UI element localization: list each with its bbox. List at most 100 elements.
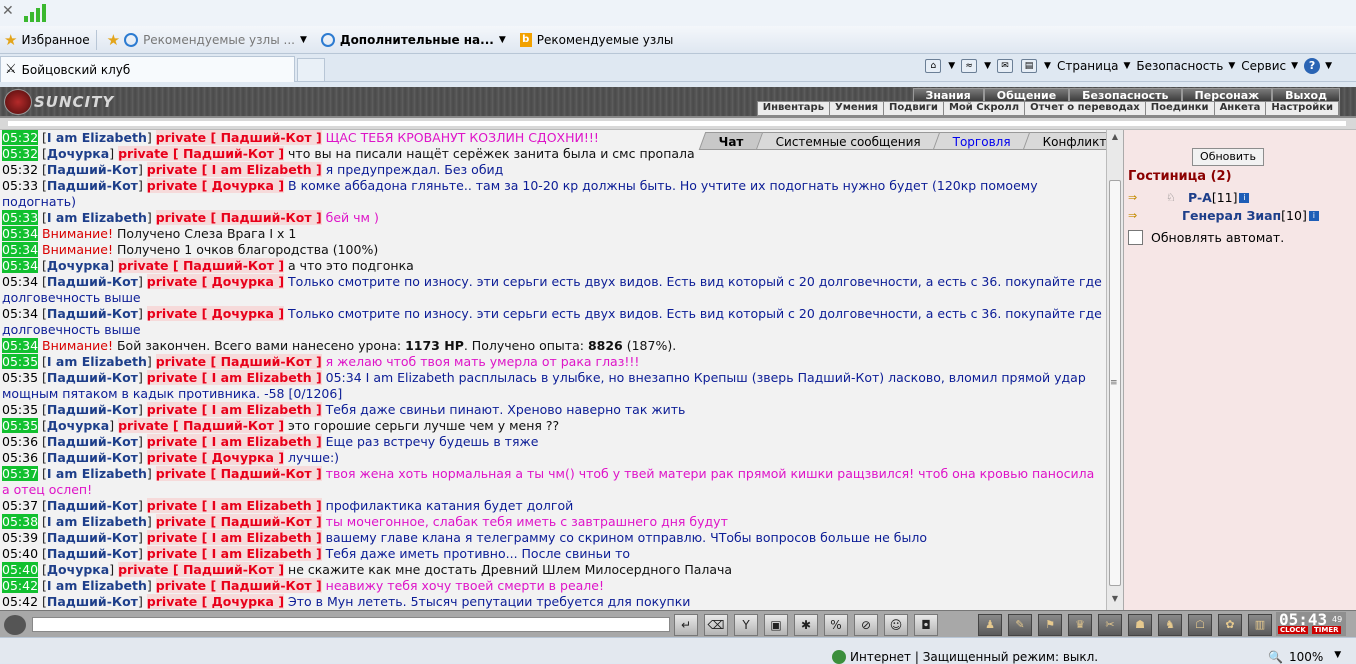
private-target[interactable]: private [ I am Elizabeth ]: [146, 498, 322, 513]
private-message-icon[interactable]: ⇒: [1128, 191, 1146, 205]
mail-button[interactable]: ✉: [997, 59, 1015, 73]
timestamp[interactable]: 05:32: [2, 162, 38, 177]
sender-nick[interactable]: Падший-Кот: [47, 594, 138, 609]
user-name[interactable]: P-A: [1188, 190, 1212, 205]
safety-menu[interactable]: Безопасность ▼: [1136, 59, 1235, 73]
sender-nick[interactable]: Падший-Кот: [47, 498, 138, 513]
sender-nick[interactable]: I am Elizabeth: [47, 354, 147, 369]
timestamp[interactable]: 05:40: [2, 546, 38, 561]
help-button[interactable]: ? ▼: [1304, 58, 1332, 74]
save-icon[interactable]: ▣: [764, 614, 788, 636]
print-button[interactable]: ▤ ▼: [1021, 59, 1051, 73]
sender-nick[interactable]: I am Elizabeth: [47, 130, 147, 145]
sender-nick[interactable]: Дочурка: [47, 146, 109, 161]
private-target[interactable]: private [ Падший-Кот ]: [118, 258, 285, 273]
submenu-item[interactable]: Умения: [830, 102, 885, 115]
submenu-item[interactable]: Поединки: [1146, 102, 1215, 115]
sender-nick[interactable]: I am Elizabeth: [47, 578, 147, 593]
camera-icon[interactable]: ◘: [914, 614, 938, 636]
sender-nick[interactable]: Падший-Кот: [47, 370, 138, 385]
chevron-down-icon[interactable]: ▼: [948, 61, 955, 71]
timestamp[interactable]: 05:39: [2, 530, 38, 545]
user-row[interactable]: ⇒ ♘ P-A [11] i: [1128, 190, 1250, 205]
private-target[interactable]: private [ Падший-Кот ]: [118, 418, 285, 433]
submenu-item[interactable]: Анкета: [1215, 102, 1267, 115]
private-target[interactable]: private [ Падший-Кот ]: [155, 466, 322, 481]
private-target[interactable]: private [ I am Elizabeth ]: [146, 530, 322, 545]
timestamp[interactable]: 05:33: [2, 178, 38, 193]
private-target[interactable]: private [ I am Elizabeth ]: [146, 402, 322, 417]
timestamp[interactable]: 05:34: [2, 242, 39, 257]
sender-nick[interactable]: Падший-Кот: [47, 306, 138, 321]
timestamp[interactable]: 05:34: [2, 226, 39, 241]
timestamp[interactable]: 05:35: [2, 402, 38, 417]
submenu-item[interactable]: Подвиги: [884, 102, 944, 115]
private-target[interactable]: private [ Дочурка ]: [146, 450, 285, 465]
crown-icon[interactable]: ♛: [1068, 614, 1092, 636]
timestamp[interactable]: 05:32: [2, 130, 39, 145]
sender-nick[interactable]: I am Elizabeth: [47, 466, 147, 481]
info-icon[interactable]: i: [1308, 210, 1319, 221]
user-name[interactable]: Генерал Зиап: [1182, 208, 1281, 223]
timestamp[interactable]: 05:36: [2, 434, 38, 449]
scroll-icon[interactable]: ✎: [1008, 614, 1032, 636]
zoom-control[interactable]: 🔍 100% ▼: [1268, 650, 1341, 664]
submenu-item[interactable]: Настройки: [1266, 102, 1339, 115]
settings-icon[interactable]: [4, 615, 26, 635]
horse-icon[interactable]: ♞: [1158, 614, 1182, 636]
timestamp[interactable]: 05:36: [2, 450, 38, 465]
chevron-down-icon[interactable]: ▼: [499, 35, 506, 45]
info-icon[interactable]: i: [1239, 192, 1250, 203]
timestamp[interactable]: 05:34: [2, 306, 38, 321]
private-target[interactable]: private [ I am Elizabeth ]: [146, 546, 322, 561]
sender-nick[interactable]: Дочурка: [47, 258, 109, 273]
private-target[interactable]: private [ Падший-Кот ]: [155, 578, 322, 593]
sender-nick[interactable]: Падший-Кот: [47, 178, 138, 193]
private-target[interactable]: private [ Падший-Кот ]: [155, 514, 322, 529]
submenu-item[interactable]: Инвентарь: [758, 102, 831, 115]
timestamp[interactable]: 05:35: [2, 354, 39, 369]
close-icon[interactable]: ✕: [2, 3, 14, 19]
auto-refresh-checkbox[interactable]: [1128, 230, 1143, 245]
timestamp[interactable]: 05:42: [2, 578, 39, 593]
sender-nick[interactable]: I am Elizabeth: [47, 210, 147, 225]
sender-nick[interactable]: Падший-Кот: [47, 274, 138, 289]
private-target[interactable]: private [ Дочурка ]: [146, 594, 285, 609]
timestamp[interactable]: 05:37: [2, 498, 38, 513]
private-message-icon[interactable]: ⇒: [1128, 209, 1146, 223]
new-tab-button[interactable]: [297, 58, 325, 82]
sender-nick[interactable]: Падший-Кот: [47, 450, 138, 465]
clock-label[interactable]: CLOCK: [1278, 626, 1308, 634]
timestamp[interactable]: 05:35: [2, 370, 38, 385]
potion-icon[interactable]: ⚑: [1038, 614, 1062, 636]
chat-scrollbar[interactable]: ▲ ≡ ▼: [1106, 130, 1123, 610]
bag-icon[interactable]: ♟: [978, 614, 1002, 636]
private-target[interactable]: private [ Дочурка ]: [146, 274, 285, 289]
menu-item[interactable]: Знания: [912, 88, 984, 102]
timestamp[interactable]: 05:32: [2, 146, 39, 161]
timer-label[interactable]: TIMER: [1312, 626, 1341, 634]
private-target[interactable]: private [ Падший-Кот ]: [118, 146, 285, 161]
private-target[interactable]: private [ I am Elizabeth ]: [146, 162, 322, 177]
sender-nick[interactable]: Падший-Кот: [47, 530, 138, 545]
chevron-down-icon[interactable]: ▼: [1334, 650, 1341, 664]
sender-nick[interactable]: Падший-Кот: [47, 162, 138, 177]
timestamp[interactable]: 05:38: [2, 514, 39, 529]
favorite-item-2[interactable]: b Рекомендуемые узлы: [519, 32, 673, 47]
paw-icon[interactable]: ✿: [1218, 614, 1242, 636]
tab-chat-1[interactable]: Системные сообщения: [755, 132, 941, 150]
chat-input[interactable]: [32, 617, 670, 632]
auto-refresh-row[interactable]: Обновлять автомат.: [1128, 230, 1284, 245]
private-target[interactable]: private [ Падший-Кот ]: [155, 354, 322, 369]
private-target[interactable]: private [ Дочурка ]: [146, 306, 285, 321]
send-icon[interactable]: ↵: [674, 614, 698, 636]
menu-item[interactable]: Общение: [983, 88, 1070, 102]
favorites-button[interactable]: ★ Избранное: [4, 31, 90, 49]
menu-item[interactable]: Выход: [1272, 88, 1340, 102]
menu-item[interactable]: Персонаж: [1181, 88, 1273, 102]
chevron-down-icon[interactable]: ▼: [300, 35, 307, 45]
helmet-icon[interactable]: ☗: [1128, 614, 1152, 636]
tab-active[interactable]: ⚔ Бойцовский клуб: [0, 56, 295, 82]
translit-icon[interactable]: %: [824, 614, 848, 636]
feeds-button[interactable]: ≈ ▼: [961, 59, 991, 73]
